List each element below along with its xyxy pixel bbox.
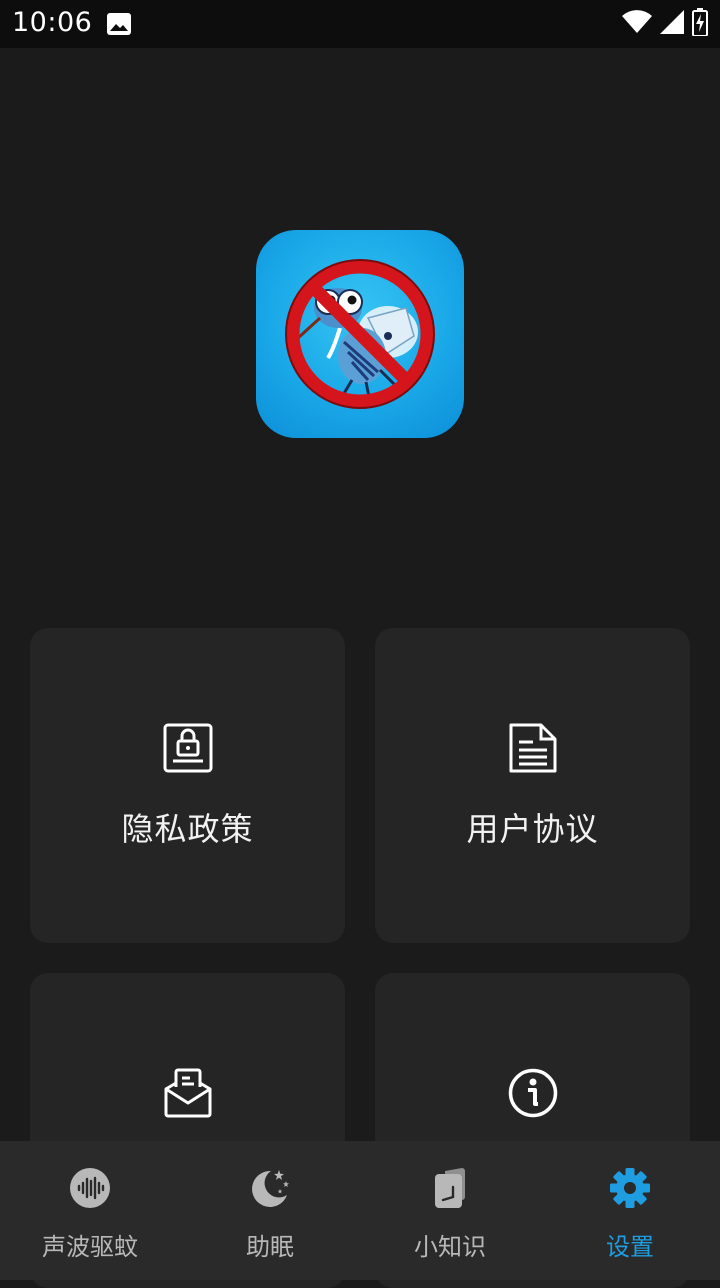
moon-stars-icon bbox=[249, 1167, 291, 1209]
no-mosquito-logo bbox=[285, 259, 435, 409]
nav-label-sound-repel: 声波驱蚊 bbox=[42, 1233, 138, 1261]
privacy-policy-label: 隐私政策 bbox=[121, 810, 254, 848]
bottom-nav: 声波驱蚊 助眠 小知识 设置 bbox=[0, 1141, 720, 1280]
signal-icon bbox=[660, 10, 684, 38]
battery-charging-icon bbox=[692, 8, 708, 40]
nav-label-knowledge: 小知识 bbox=[414, 1233, 486, 1261]
nav-label-sleep: 助眠 bbox=[246, 1233, 294, 1261]
nav-item-knowledge[interactable]: 小知识 bbox=[360, 1141, 540, 1280]
image-icon bbox=[107, 13, 131, 35]
user-agreement-card[interactable]: 用户协议 bbox=[375, 628, 690, 943]
nav-item-sound-repel[interactable]: 声波驱蚊 bbox=[0, 1141, 180, 1280]
knowledge-card-icon bbox=[429, 1167, 471, 1209]
gear-icon bbox=[609, 1167, 651, 1209]
privacy-policy-card[interactable]: 隐私政策 bbox=[30, 628, 345, 943]
sound-wave-icon bbox=[69, 1167, 111, 1209]
info-icon bbox=[507, 1067, 559, 1119]
nav-item-settings[interactable]: 设置 bbox=[540, 1141, 720, 1280]
user-agreement-label: 用户协议 bbox=[466, 810, 599, 848]
nav-label-settings: 设置 bbox=[606, 1233, 654, 1261]
document-icon bbox=[507, 722, 559, 774]
wifi-icon bbox=[622, 10, 652, 38]
status-bar: 10:06 bbox=[0, 0, 720, 48]
status-time: 10:06 bbox=[12, 7, 93, 38]
status-icons bbox=[622, 8, 708, 40]
app-logo bbox=[256, 230, 464, 438]
nav-item-sleep[interactable]: 助眠 bbox=[180, 1141, 360, 1280]
mail-open-icon bbox=[162, 1067, 214, 1119]
privacy-lock-document-icon bbox=[162, 722, 214, 774]
